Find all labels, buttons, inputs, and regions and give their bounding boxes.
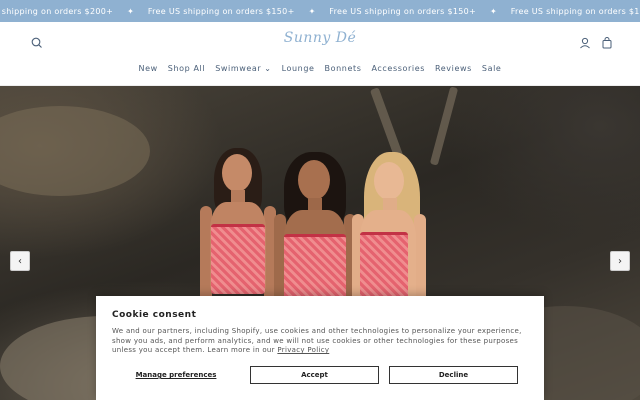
separator-star-icon: ✦ (127, 6, 134, 16)
nav-item-label: Shop All (167, 64, 206, 73)
nav-item-swimwear[interactable]: Swimwear ⌄ (215, 64, 271, 73)
cookie-body: We and our partners, including Shopify, … (112, 327, 528, 356)
model-face (374, 162, 404, 200)
model-face (298, 160, 330, 200)
announcement-bar: AU shipping on orders $200+ ✦ Free US sh… (0, 0, 640, 22)
nav-item-sale[interactable]: Sale (482, 64, 502, 73)
swimwear-top (360, 232, 408, 302)
background-tree-trunk (429, 86, 459, 166)
bag-icon[interactable] (600, 35, 614, 49)
nav-item-bonnets[interactable]: Bonnets (325, 64, 362, 73)
chevron-right-icon: › (618, 255, 622, 267)
announcement-text: Free US shipping on orders $150+ (510, 6, 640, 16)
chevron-left-icon: ‹ (18, 255, 22, 267)
nav-item-shop-all[interactable]: Shop All (168, 64, 205, 73)
decline-button[interactable]: Decline (389, 366, 518, 384)
separator-star-icon: ✦ (308, 6, 316, 16)
background-rock (0, 106, 150, 196)
nav-item-lounge[interactable]: Lounge (282, 64, 315, 73)
nav-item-accessories[interactable]: Accessories (372, 64, 425, 73)
announcement-text: AU shipping on orders $200+ (0, 6, 114, 16)
announcement-text: Free US shipping on orders $150+ (329, 6, 477, 16)
main-nav: New Shop All Swimwear ⌄ Lounge Bonnets Ac… (0, 64, 640, 73)
nav-item-label: Bonnets (324, 64, 362, 73)
cookie-title: Cookie consent (112, 310, 197, 320)
user-icon[interactable] (578, 35, 592, 49)
announcement-text: Free US shipping on orders $150+ (147, 6, 295, 16)
announcement-track: AU shipping on orders $200+ ✦ Free US sh… (0, 0, 640, 22)
manage-preferences-button[interactable]: Manage preferences (112, 366, 240, 384)
nav-item-reviews[interactable]: Reviews (435, 64, 472, 73)
swimwear-top (211, 224, 265, 294)
swimwear-top (284, 234, 346, 304)
nav-item-new[interactable]: New (139, 64, 158, 73)
privacy-policy-link[interactable]: Privacy Policy (277, 346, 329, 354)
nav-item-label: Lounge (281, 64, 315, 73)
nav-item-label: Reviews (434, 64, 472, 73)
cookie-consent-dialog: Cookie consent We and our partners, incl… (96, 296, 544, 400)
chevron-down-icon: ⌄ (264, 64, 272, 73)
nav-item-label: Accessories (371, 64, 425, 73)
nav-item-label: Sale (481, 64, 502, 73)
separator-star-icon: ✦ (490, 6, 497, 16)
slider-prev-button[interactable]: ‹ (10, 251, 30, 271)
cookie-actions: Manage preferences Accept Decline (112, 366, 528, 384)
accept-button[interactable]: Accept (250, 366, 379, 384)
site-header: Sunny Dé New Shop All Swimwear ⌄ Lounge B… (0, 22, 640, 86)
model-face (222, 154, 252, 192)
site-logo[interactable]: Sunny Dé (0, 30, 640, 46)
slider-next-button[interactable]: › (610, 251, 630, 271)
nav-item-label: Swimwear (215, 64, 262, 73)
nav-item-label: New (138, 64, 158, 73)
